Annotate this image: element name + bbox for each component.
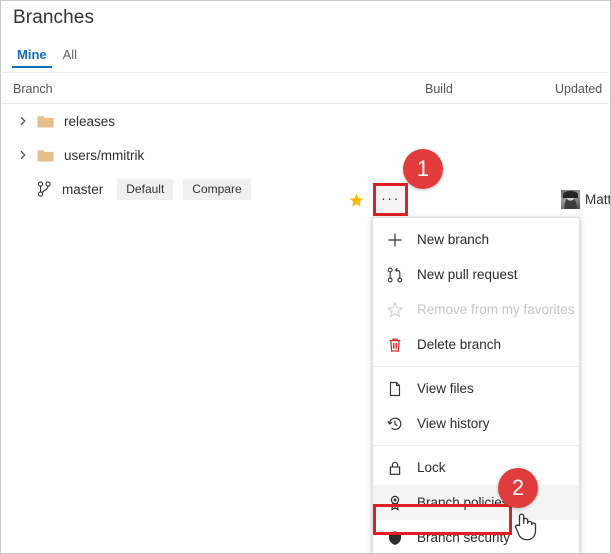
menu-item-label: Remove from my favorites bbox=[417, 302, 575, 317]
table-row[interactable]: releases bbox=[2, 104, 609, 138]
menu-item-branch-policies[interactable]: Branch policies bbox=[373, 485, 579, 520]
branch-name: master bbox=[62, 181, 104, 197]
pull-request-icon bbox=[386, 266, 404, 284]
menu-item-branch-security[interactable]: Branch security bbox=[373, 520, 579, 553]
table-row[interactable]: master Default Compare bbox=[2, 172, 609, 206]
branch-folder-name: users/mmitrik bbox=[64, 147, 145, 163]
favorite-star-icon[interactable] bbox=[349, 193, 364, 208]
menu-item-remove-from-favorites: Remove from my favorites bbox=[373, 292, 579, 327]
menu-item-label: New branch bbox=[417, 232, 490, 247]
pivot-tabs: Mine All bbox=[9, 47, 85, 73]
callout-badge-2: 2 bbox=[498, 468, 538, 508]
star-outline-icon bbox=[386, 301, 404, 319]
shield-icon bbox=[386, 529, 404, 547]
menu-item-delete-branch[interactable]: Delete branch bbox=[373, 327, 579, 362]
menu-item-lock[interactable]: Lock bbox=[373, 450, 579, 485]
table-row[interactable]: users/mmitrik bbox=[2, 138, 609, 172]
page-title: Branches bbox=[13, 7, 95, 28]
user-name: Matt bbox=[585, 192, 611, 207]
branches-list: releases users/mmitrik master Default Co… bbox=[2, 104, 609, 206]
tab-mine[interactable]: Mine bbox=[9, 47, 55, 68]
menu-separator bbox=[373, 445, 579, 446]
compare-button[interactable]: Compare bbox=[183, 178, 251, 200]
plus-icon bbox=[386, 231, 404, 249]
menu-item-new-branch[interactable]: New branch bbox=[373, 222, 579, 257]
chevron-right-icon[interactable] bbox=[18, 116, 28, 126]
policy-icon bbox=[386, 494, 404, 512]
trash-icon bbox=[386, 336, 404, 354]
menu-item-label: Delete branch bbox=[417, 337, 502, 352]
ellipsis-icon: ··· bbox=[381, 189, 400, 206]
file-icon bbox=[386, 380, 404, 398]
menu-item-label: New pull request bbox=[417, 267, 518, 282]
lock-icon bbox=[386, 459, 404, 477]
branches-page: Branches Mine All Branch Build Updated r… bbox=[0, 0, 611, 554]
history-icon bbox=[386, 415, 404, 433]
menu-item-label: Branch policies bbox=[417, 495, 509, 510]
tab-all[interactable]: All bbox=[55, 47, 85, 68]
column-header-updated: Updated bbox=[555, 82, 603, 96]
chevron-right-icon[interactable] bbox=[18, 150, 28, 160]
column-header-branch: Branch bbox=[13, 82, 53, 96]
folder-icon bbox=[37, 114, 54, 128]
callout-badge-1: 1 bbox=[403, 149, 443, 189]
menu-item-label: View history bbox=[417, 416, 490, 431]
menu-item-label: Lock bbox=[417, 460, 446, 475]
menu-item-view-history[interactable]: View history bbox=[373, 406, 579, 441]
branch-folder-name: releases bbox=[64, 113, 116, 129]
menu-separator bbox=[373, 366, 579, 367]
menu-item-new-pull-request[interactable]: New pull request bbox=[373, 257, 579, 292]
branch-icon bbox=[37, 181, 52, 197]
more-actions-button[interactable]: ··· bbox=[376, 186, 405, 213]
table-column-headers: Branch Build Updated bbox=[2, 73, 609, 104]
folder-icon bbox=[37, 148, 54, 162]
menu-item-label: View files bbox=[417, 381, 474, 396]
default-badge[interactable]: Default bbox=[117, 178, 174, 200]
branch-context-menu: New branch New pull request Remove from … bbox=[372, 217, 580, 553]
avatar bbox=[561, 190, 580, 209]
menu-item-label: Branch security bbox=[417, 530, 511, 545]
menu-item-view-files[interactable]: View files bbox=[373, 371, 579, 406]
column-header-build: Build bbox=[425, 82, 453, 96]
